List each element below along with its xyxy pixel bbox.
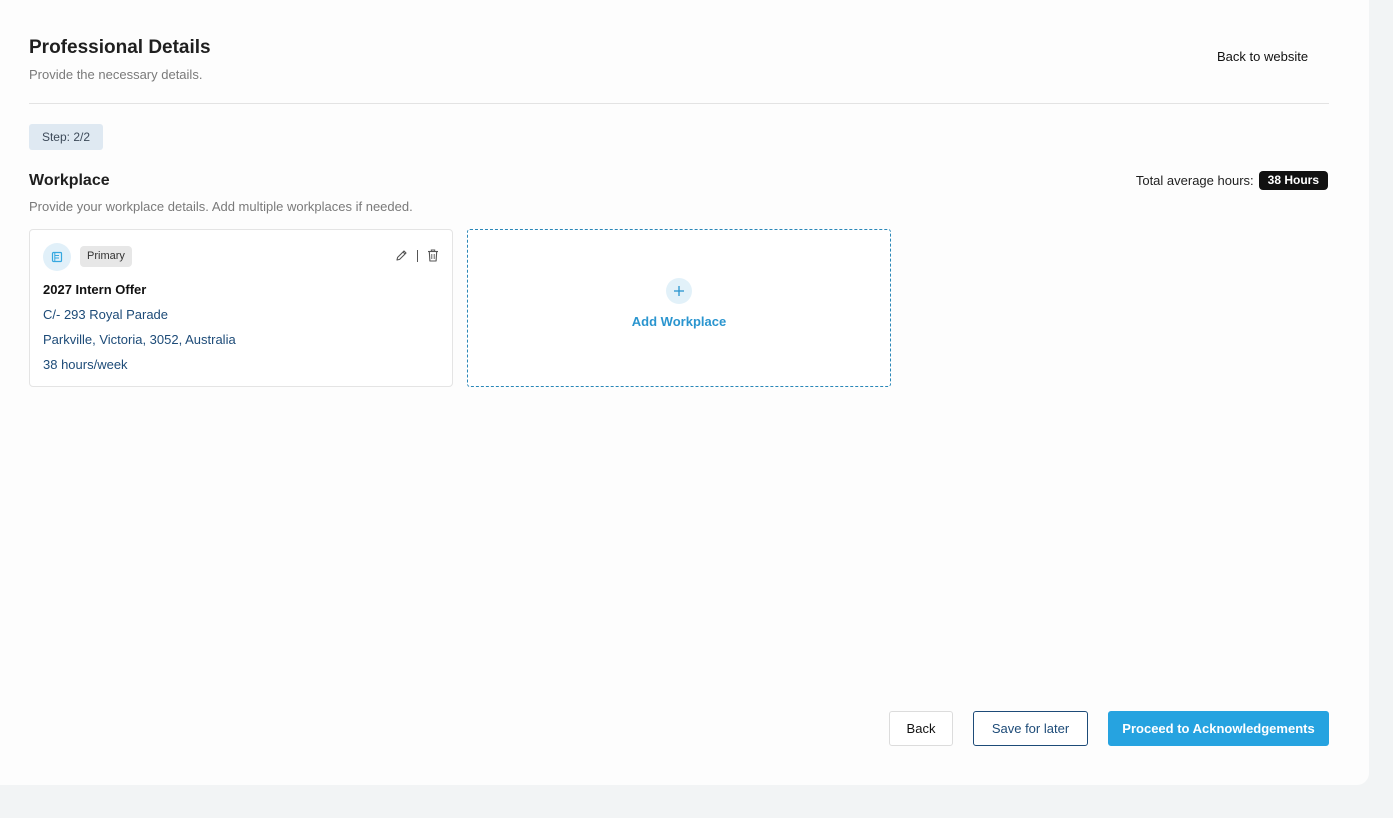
back-button[interactable]: Back [889,711,953,746]
section-description: Provide your workplace details. Add mult… [29,199,413,214]
building-icon [43,243,71,271]
plus-icon [666,278,692,304]
primary-tag: Primary [80,246,132,267]
total-hours: Total average hours: 38 Hours [1136,171,1328,190]
workplace-name: 2027 Intern Offer [43,282,147,297]
workplace-hours: 38 hours/week [43,357,128,372]
workplace-card: Primary 2027 Intern Offer C/- 293 Royal … [29,229,453,387]
header-divider [29,103,1329,104]
section-title: Workplace [29,172,110,189]
add-workplace-label: Add Workplace [631,314,727,329]
edit-icon[interactable] [395,249,408,262]
save-for-later-button[interactable]: Save for later [973,711,1088,746]
main-panel: Professional Details Provide the necessa… [0,0,1369,785]
delete-icon[interactable] [427,249,439,262]
proceed-button[interactable]: Proceed to Acknowledgements [1108,711,1329,746]
add-workplace-button[interactable]: Add Workplace [467,229,891,387]
total-hours-label: Total average hours: [1135,173,1254,188]
step-badge: Step: 2/2 [29,124,103,150]
back-to-website-link[interactable]: Back to website [1203,45,1322,67]
total-hours-badge: 38 Hours [1258,171,1328,190]
action-separator [417,249,418,262]
page-title: Professional Details [29,37,211,58]
workplace-address-line2: Parkville, Victoria, 3052, Australia [43,332,236,347]
workplace-address-line1: C/- 293 Royal Parade [43,307,169,322]
page-subtitle: Provide the necessary details. [29,67,203,82]
card-actions [395,249,439,262]
